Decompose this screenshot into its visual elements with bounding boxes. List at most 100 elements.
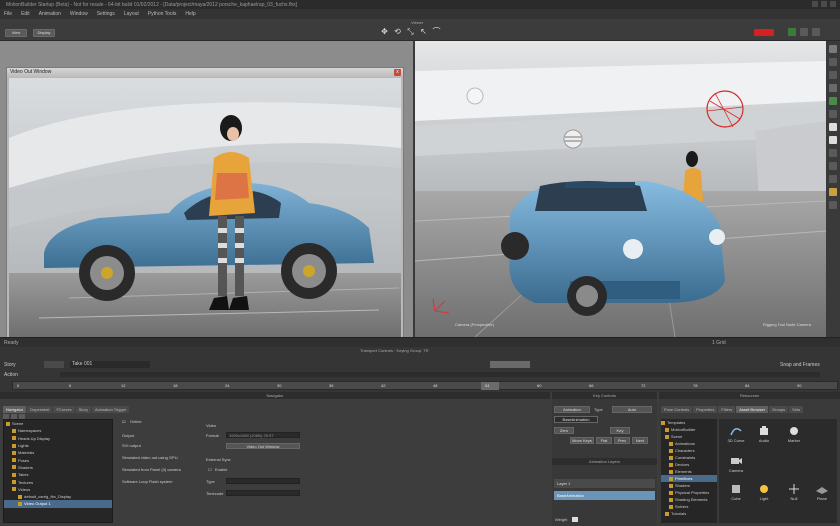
flat-button[interactable]: Flat bbox=[596, 437, 612, 444]
maximize-icon[interactable] bbox=[821, 1, 827, 7]
zero-button[interactable]: Zero bbox=[554, 427, 574, 434]
animation-mode-button[interactable]: Animation bbox=[554, 406, 590, 413]
asset-camera[interactable]: Camera bbox=[721, 455, 751, 473]
tree-row[interactable]: Videos bbox=[4, 486, 112, 493]
viewport-left[interactable]: Video Out Window x bbox=[0, 41, 413, 343]
close-icon[interactable]: x bbox=[394, 69, 401, 76]
tab-story[interactable]: Story bbox=[75, 406, 91, 413]
output-option-1[interactable]: SVI output bbox=[122, 443, 141, 448]
tool-icon-4[interactable] bbox=[829, 84, 837, 92]
tab-sets[interactable]: Sets bbox=[789, 406, 804, 413]
layout-icon[interactable] bbox=[812, 28, 820, 36]
tree-row[interactable]: Shaders bbox=[4, 464, 112, 471]
time-slider-track[interactable] bbox=[60, 372, 820, 377]
asset-plane[interactable]: Plane bbox=[807, 483, 837, 501]
snap-frames-label[interactable]: Snap and Frames bbox=[780, 362, 820, 368]
key-type-dropdown[interactable]: Auto bbox=[612, 406, 652, 413]
minimize-icon[interactable] bbox=[812, 1, 818, 7]
menu-help[interactable]: Help bbox=[185, 11, 195, 17]
layer-row[interactable]: Layer 1 bbox=[554, 479, 655, 488]
tree-row-selected[interactable]: Video Output 1 bbox=[4, 500, 112, 508]
view-button[interactable]: View bbox=[5, 29, 27, 37]
tree-row[interactable]: Lights bbox=[4, 442, 112, 449]
scale-icon[interactable]: ⤡ bbox=[406, 27, 415, 36]
options-icon[interactable] bbox=[800, 28, 808, 36]
display-button[interactable]: Display bbox=[33, 29, 55, 37]
tree-row[interactable]: Materials bbox=[4, 449, 112, 456]
tool-icon-12[interactable] bbox=[829, 188, 837, 196]
tree-row-selected[interactable]: Primitives bbox=[661, 475, 717, 482]
transport-play-controls[interactable] bbox=[490, 361, 530, 368]
asset-grid[interactable]: 3D Curve Audio Camera Cube Light Marker bbox=[719, 419, 837, 523]
tree-row[interactable]: Animations bbox=[661, 440, 717, 447]
tree-row[interactable]: Templates bbox=[661, 419, 717, 426]
menu-python-tools[interactable]: Python Tools bbox=[148, 11, 177, 17]
tab-fcurves[interactable]: FCurves bbox=[53, 406, 75, 413]
menu-file[interactable]: File bbox=[4, 11, 12, 17]
tool-icon-2[interactable] bbox=[829, 58, 837, 66]
menu-window[interactable]: Window bbox=[70, 11, 88, 17]
base-animation-dropdown[interactable]: BaseAnimation bbox=[554, 416, 598, 423]
weight-field[interactable] bbox=[572, 517, 578, 522]
tree-row[interactable]: default_carrig_fbx_Display bbox=[4, 493, 112, 500]
format-dropdown[interactable]: 1920x1080 (1080i) 29.97 bbox=[226, 432, 300, 438]
asset-3d-curve[interactable]: 3D Curve bbox=[721, 425, 751, 443]
move-keys-button[interactable]: Move Keys bbox=[570, 437, 594, 444]
menu-animation[interactable]: Animation bbox=[39, 11, 61, 17]
tab-filters[interactable]: Filters bbox=[718, 406, 736, 413]
tree-row[interactable]: Namespaces bbox=[4, 427, 112, 434]
tree-row[interactable]: Tutorials bbox=[661, 510, 717, 517]
tool-icon-3[interactable] bbox=[829, 71, 837, 79]
transform-icon[interactable]: ⌒ bbox=[432, 27, 441, 36]
tab-navigator[interactable]: Navigator bbox=[3, 406, 27, 413]
tree-row[interactable]: Physical Properties bbox=[661, 489, 717, 496]
tool-icon-9[interactable] bbox=[829, 149, 837, 157]
video-out-titlebar[interactable]: Video Out Window x bbox=[7, 68, 403, 77]
sync-type-dropdown[interactable] bbox=[226, 478, 300, 484]
take-field[interactable]: Take 001 bbox=[70, 361, 150, 368]
tool-icon-11[interactable] bbox=[829, 175, 837, 183]
key-button[interactable]: Key bbox=[610, 427, 630, 434]
asset-audio[interactable]: Audio bbox=[749, 425, 779, 443]
viewport-right[interactable]: Camera (Perspective) Rigging Tool Node C… bbox=[415, 41, 826, 337]
select-icon[interactable]: ↖ bbox=[419, 27, 428, 36]
tab-dopesheet[interactable]: Dopesheet bbox=[27, 406, 53, 413]
tree-row[interactable]: Shaders bbox=[661, 482, 717, 489]
next-key-button[interactable]: Next bbox=[632, 437, 648, 444]
enable-checkbox[interactable]: ☐ bbox=[208, 467, 212, 472]
asset-tree[interactable]: Templates MotionBuilder Scene Animations… bbox=[661, 419, 717, 523]
close-icon[interactable] bbox=[830, 1, 836, 7]
tree-row[interactable]: Scene bbox=[661, 433, 717, 440]
layer-row-active[interactable]: BaseAnimation bbox=[554, 491, 655, 500]
tool-icon-7[interactable] bbox=[829, 123, 837, 131]
output-option-3[interactable]: Simulated from Panel (3) camera bbox=[122, 467, 181, 472]
tree-row[interactable]: Textures bbox=[4, 478, 112, 485]
current-frame-marker[interactable] bbox=[481, 382, 499, 390]
video-out-window[interactable]: Video Out Window x bbox=[6, 67, 404, 343]
tool-icon-10[interactable] bbox=[829, 162, 837, 170]
tab-animation-trigger[interactable]: Animation Trigger bbox=[91, 406, 130, 413]
timecode-field[interactable] bbox=[226, 490, 300, 496]
tree-row[interactable]: Heads Up Display bbox=[4, 435, 112, 442]
tab-groups[interactable]: Groups bbox=[769, 406, 789, 413]
tree-row[interactable]: Constraints bbox=[661, 454, 717, 461]
tab-properties[interactable]: Properties bbox=[693, 406, 718, 413]
story-dropdown[interactable] bbox=[44, 361, 64, 368]
tab-pose-controls[interactable]: Pose Controls bbox=[661, 406, 693, 413]
rotate-icon[interactable]: ⟲ bbox=[393, 27, 402, 36]
menu-layout[interactable]: Layout bbox=[124, 11, 139, 17]
output-option-2[interactable]: Simulated video out using GPU bbox=[122, 455, 178, 460]
tree-row[interactable]: Scene bbox=[4, 420, 112, 427]
tree-row[interactable]: Elements bbox=[661, 468, 717, 475]
green-curve-icon[interactable] bbox=[788, 28, 796, 36]
tool-icon-6[interactable] bbox=[829, 110, 837, 118]
tree-row[interactable]: Poses bbox=[4, 456, 112, 463]
tool-icon-8[interactable] bbox=[829, 136, 837, 144]
tree-row[interactable]: Shading Elements bbox=[661, 496, 717, 503]
tree-row[interactable]: MotionBuilder bbox=[661, 426, 717, 433]
tree-row[interactable]: Devices bbox=[661, 461, 717, 468]
asset-light[interactable]: Light bbox=[749, 483, 779, 501]
tree-row[interactable]: Takes bbox=[4, 471, 112, 478]
online-checkbox[interactable]: ☑ bbox=[122, 419, 126, 424]
menu-edit[interactable]: Edit bbox=[21, 11, 30, 17]
